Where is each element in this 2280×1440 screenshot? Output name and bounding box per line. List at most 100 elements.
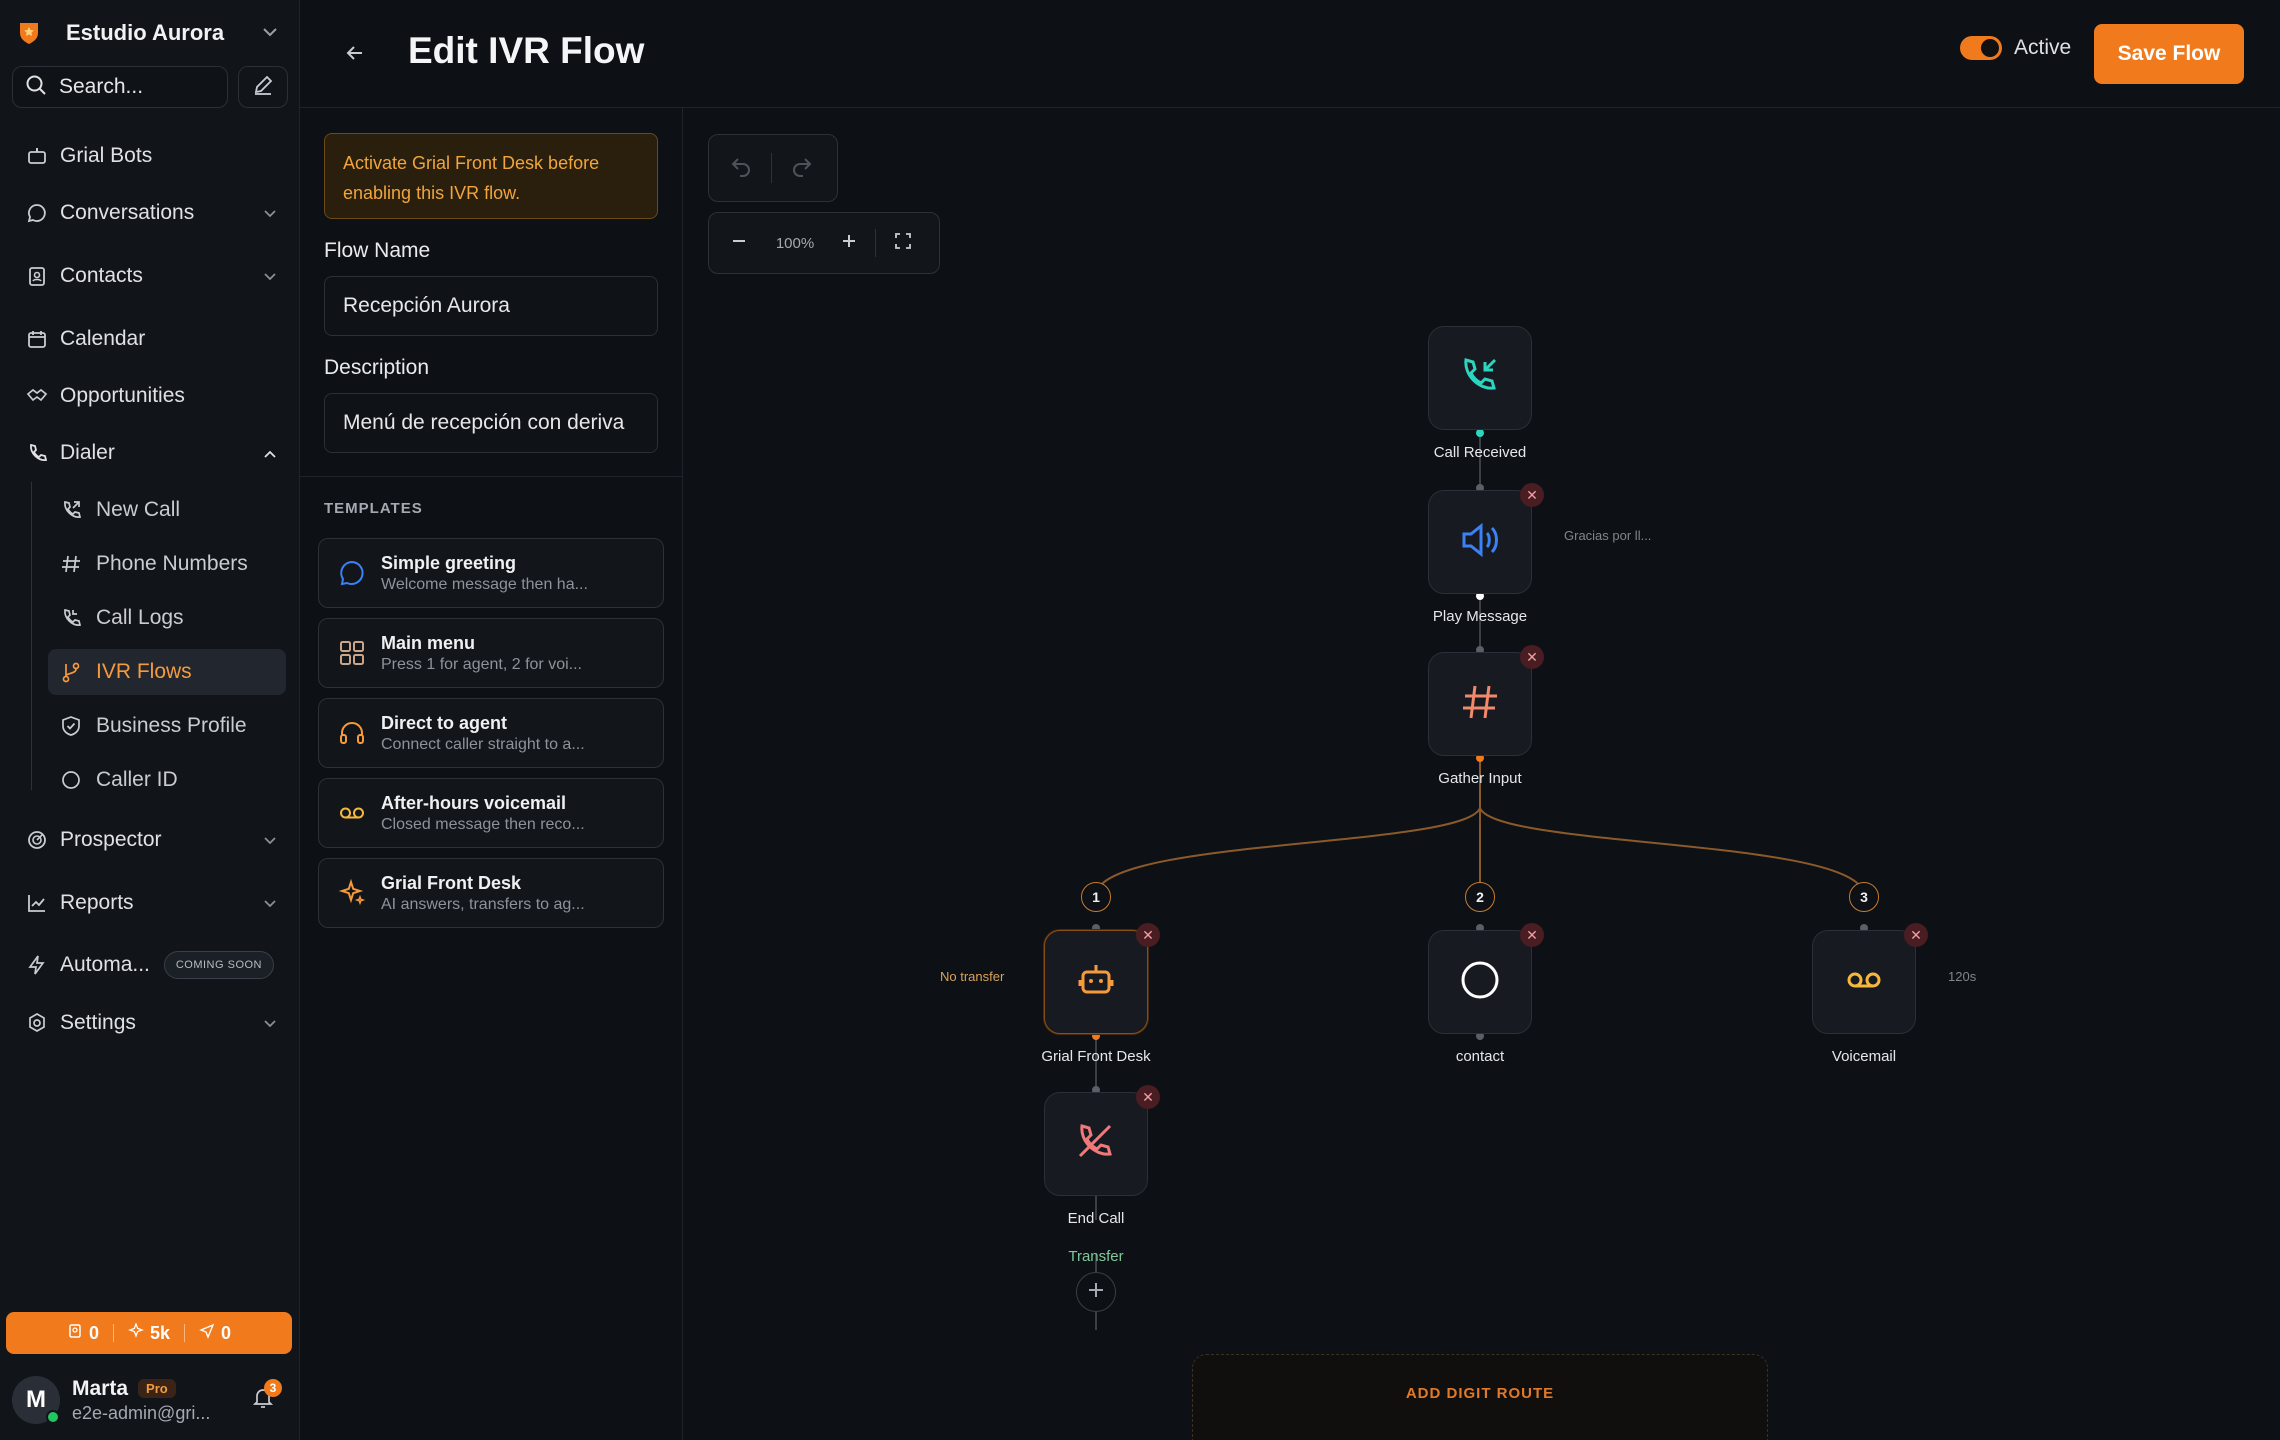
- node-label: Call Received: [1433, 444, 1527, 461]
- bot-icon: [24, 143, 50, 169]
- delete-node-button[interactable]: ✕: [1520, 923, 1544, 947]
- node-call-received[interactable]: [1428, 326, 1532, 430]
- phone-outgoing-icon: [58, 497, 84, 523]
- active-toggle[interactable]: Active: [1960, 36, 2071, 60]
- phone-icon: [24, 440, 50, 466]
- add-step-button[interactable]: [1076, 1272, 1116, 1312]
- active-label: Active: [2014, 36, 2072, 59]
- nav-grial-bots[interactable]: Grial Bots: [12, 134, 288, 178]
- digit-badge: 3: [1849, 882, 1879, 912]
- user-email: e2e-admin@gri...: [72, 1402, 211, 1423]
- delete-node-button[interactable]: ✕: [1136, 923, 1160, 947]
- template-main-menu[interactable]: Main menu Press 1 for agent, 2 for voi...: [318, 618, 664, 688]
- submenu-guide-line: [31, 482, 32, 790]
- divider: [300, 476, 683, 477]
- template-title: Main menu: [381, 632, 476, 653]
- chevron-down-icon: [264, 895, 276, 911]
- nav-label: Grial Bots: [60, 144, 153, 167]
- template-direct-to-agent[interactable]: Direct to agent Connect caller straight t…: [318, 698, 664, 768]
- phone-incoming-icon: [1458, 354, 1502, 403]
- sidebar-item-call-logs[interactable]: Call Logs: [48, 595, 286, 641]
- nav-dialer[interactable]: Dialer: [12, 431, 288, 475]
- chevron-down-icon: [264, 205, 276, 221]
- workspace-logo-icon: [16, 20, 42, 46]
- grid-icon: [337, 638, 367, 668]
- sidebar-item-business-profile[interactable]: Business Profile: [48, 703, 286, 749]
- toggle-switch[interactable]: [1960, 36, 2002, 60]
- node-gather-input[interactable]: [1428, 652, 1532, 756]
- back-button[interactable]: [340, 40, 370, 70]
- chevron-down-icon: [262, 24, 278, 42]
- search-input[interactable]: Search...: [12, 66, 228, 108]
- handshake-icon: [24, 383, 50, 409]
- flow-name-field[interactable]: Recepción Aurora: [324, 276, 658, 336]
- node-label: Gather Input: [1438, 770, 1522, 787]
- contact-credits-value: 0: [88, 1322, 99, 1343]
- arrow-left-icon: [346, 45, 364, 66]
- template-after-hours-voicemail[interactable]: After-hours voicemail Closed message then…: [318, 778, 664, 848]
- sidebar-item-label: Caller ID: [96, 768, 178, 791]
- delete-node-button[interactable]: ✕: [1904, 923, 1928, 947]
- sidebar-item-caller-id[interactable]: Caller ID: [48, 757, 286, 803]
- sidebar-item-new-call[interactable]: New Call: [48, 487, 286, 533]
- nav-opportunities[interactable]: Opportunities: [12, 374, 288, 418]
- user-menu[interactable]: M Marta Pro e2e-admin@gri... 3: [12, 1372, 288, 1428]
- chevron-down-icon: [264, 268, 276, 284]
- delete-node-button[interactable]: ✕: [1520, 483, 1544, 507]
- sidebar-item-label: Phone Numbers: [96, 552, 248, 575]
- plan-badge: Pro: [138, 1379, 176, 1398]
- circle-icon: [58, 767, 84, 793]
- add-digit-route-label: ADD DIGIT ROUTE: [1405, 1385, 1555, 1402]
- transfer-label: Transfer: [1068, 1248, 1124, 1265]
- nav-calendar[interactable]: Calendar: [12, 317, 288, 361]
- nav-label: Reports: [60, 891, 134, 914]
- nav-prospector[interactable]: Prospector: [12, 818, 288, 862]
- node-grial-front-desk[interactable]: [1044, 930, 1148, 1034]
- avatar: M: [12, 1376, 60, 1424]
- notifications-button[interactable]: 3: [246, 1379, 282, 1417]
- template-simple-greeting[interactable]: Simple greeting Welcome message then ha..…: [318, 538, 664, 608]
- node-voicemail[interactable]: [1812, 930, 1916, 1034]
- sparkle-icon: [128, 1321, 144, 1344]
- nav-settings[interactable]: Settings: [12, 1001, 288, 1045]
- sidebar-item-label: New Call: [96, 498, 181, 521]
- description-field[interactable]: Menú de recepción con deriva: [324, 393, 658, 453]
- compose-button[interactable]: [238, 66, 288, 108]
- template-subtitle: Connect caller straight to a...: [381, 735, 585, 753]
- node-contact[interactable]: [1428, 930, 1532, 1034]
- flow-settings-panel: Activate Grial Front Desk before enablin…: [300, 108, 683, 1440]
- divider: [112, 1324, 114, 1342]
- warning-banner: Activate Grial Front Desk before enablin…: [324, 133, 658, 219]
- chevron-up-icon: [264, 445, 276, 461]
- search-icon: [25, 74, 47, 101]
- branch-digit-1: [1095, 807, 1481, 895]
- workspace-switcher[interactable]: Estudio Aurora: [16, 16, 284, 50]
- credits-bar[interactable]: 0 5k 0: [6, 1312, 292, 1354]
- nav-reports[interactable]: Reports: [12, 881, 288, 925]
- send-credits: 0: [199, 1323, 231, 1344]
- digit-badge: 2: [1465, 882, 1495, 912]
- coming-soon-badge: COMING SOON: [163, 951, 274, 979]
- nav-automations[interactable]: Automa... COMING SOON: [12, 943, 288, 987]
- node-end-call[interactable]: [1044, 1092, 1148, 1196]
- phone-log-icon: [58, 605, 84, 631]
- delete-node-button[interactable]: ✕: [1136, 1085, 1160, 1109]
- delete-node-button[interactable]: ✕: [1520, 645, 1544, 669]
- flow-name-label: Flow Name: [324, 239, 431, 262]
- sidebar-item-phone-numbers[interactable]: Phone Numbers: [48, 541, 286, 587]
- templates-heading: TEMPLATES: [324, 500, 423, 517]
- template-grial-front-desk[interactable]: Grial Front Desk AI answers, transfers to…: [318, 858, 664, 928]
- sidebar-item-ivr-flows[interactable]: IVR Flows: [48, 649, 286, 695]
- chevron-down-icon: [264, 1015, 276, 1031]
- sidebar: Estudio Aurora Search... Grial Bots Conv…: [0, 0, 300, 1440]
- node-play-message[interactable]: [1428, 490, 1532, 594]
- node-label: Play Message: [1432, 608, 1528, 625]
- chat-bubble-icon: [337, 558, 367, 588]
- node-label: Grial Front Desk: [1041, 1048, 1151, 1065]
- flow-canvas[interactable]: 100% Call Received ✕ Gracias por ll... P…: [684, 108, 2280, 1440]
- save-flow-button[interactable]: Save Flow: [2094, 24, 2244, 84]
- branch-digit-3: [1479, 807, 1865, 895]
- nav-conversations[interactable]: Conversations: [12, 191, 288, 235]
- add-digit-route-panel[interactable]: ADD DIGIT ROUTE: [1192, 1354, 1768, 1440]
- nav-contacts[interactable]: Contacts: [12, 254, 288, 298]
